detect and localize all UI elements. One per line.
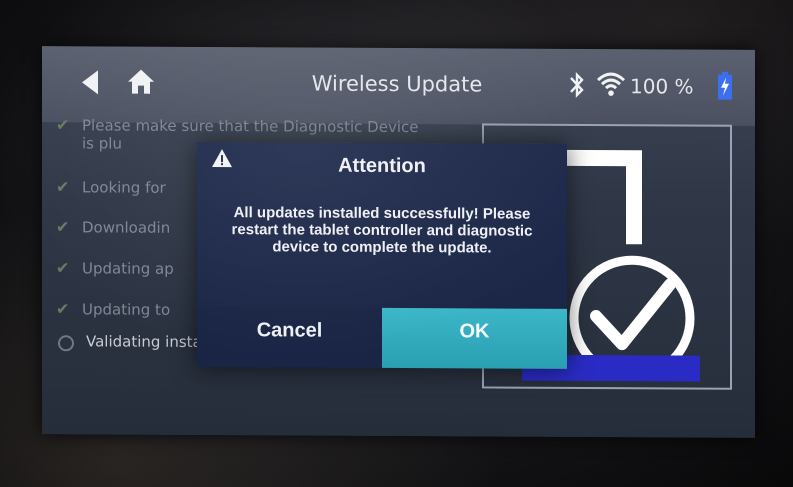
home-icon[interactable]: [126, 67, 156, 97]
photo-background: Wireless Update 100 % ✔ Please make sure…: [0, 0, 793, 487]
cancel-button[interactable]: Cancel: [197, 306, 382, 368]
dialog-title: Attention: [338, 154, 426, 178]
step-label: Updating ap: [82, 259, 174, 278]
checkmark-icon: ✔: [56, 299, 70, 319]
list-item: ✔ Looking for: [56, 177, 166, 197]
checkmark-icon: ✔: [56, 115, 70, 135]
page-title: Wireless Update: [311, 71, 483, 97]
top-bar: Wireless Update 100 %: [42, 46, 755, 126]
back-arrow-icon[interactable]: [82, 70, 98, 95]
step-label: Looking for: [82, 178, 166, 197]
ok-button[interactable]: OK: [382, 307, 567, 369]
checkmark-icon: ✔: [56, 177, 70, 197]
spinner-icon: [58, 335, 74, 352]
wifi-icon: [596, 72, 626, 96]
list-item: ✔ Updating to: [56, 299, 171, 319]
checkmark-icon: ✔: [56, 217, 70, 237]
step-label: Updating to: [82, 300, 171, 319]
bluetooth-icon: [570, 72, 584, 98]
battery-charging-icon: [718, 71, 732, 100]
dialog-message: All updates installed successfully! Plea…: [231, 204, 533, 257]
list-item: ✔ Updating ap: [56, 258, 174, 278]
battery-level: 100 %: [630, 74, 694, 99]
step-label: Downloadin: [82, 218, 171, 237]
checkmark-icon: ✔: [56, 258, 70, 278]
list-item: ✔ Downloadin: [56, 217, 171, 237]
tablet-screen: Wireless Update 100 % ✔ Please make sure…: [42, 46, 755, 438]
attention-dialog: Attention All updates installed successf…: [197, 141, 567, 369]
